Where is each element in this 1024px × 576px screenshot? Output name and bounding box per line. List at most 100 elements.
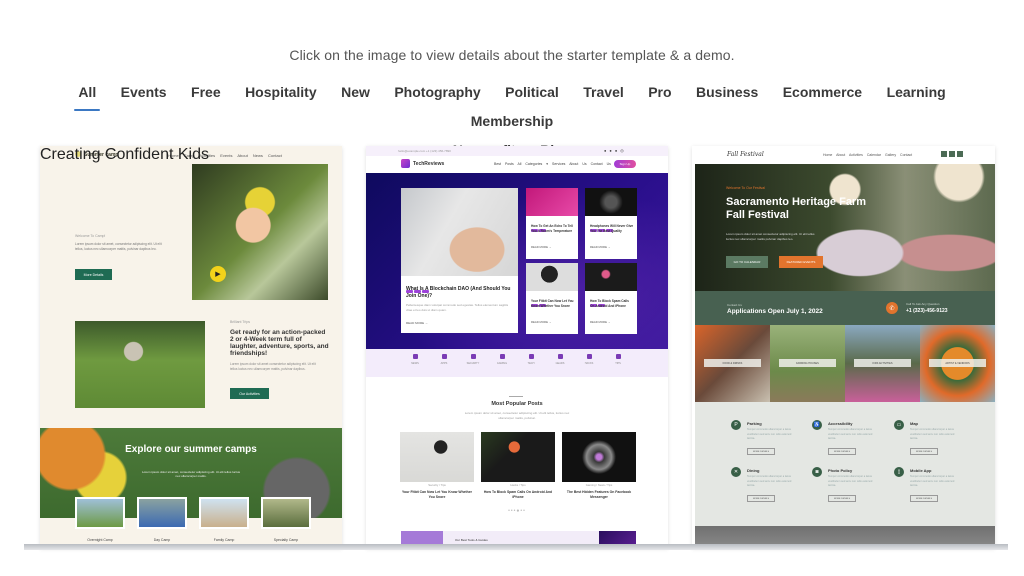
post-category: Security / Tips	[428, 483, 446, 487]
post-title: How To Block Spam Calls On Android And i…	[590, 299, 629, 308]
play-icon: ▶	[210, 266, 226, 282]
template-card-fall-festival[interactable]: Fall Festival Home About Activities Cale…	[692, 146, 995, 548]
newsletter-text: Our Best Tools & Guides	[455, 538, 488, 542]
category-security: SECURITY	[460, 354, 486, 365]
post-image	[526, 188, 578, 216]
filter-tab-ecommerce[interactable]: Ecommerce	[783, 78, 862, 107]
category-icon	[615, 354, 621, 359]
post-title: Your Fitbit Can Now Let You Know Whether…	[402, 490, 472, 499]
camp-image	[137, 497, 187, 529]
category-icon	[586, 354, 592, 359]
topbar-contact: hello@example.com +1 (123) 456-7890	[398, 149, 451, 153]
popular-posts-title: Most Popular Posts	[491, 401, 543, 407]
featured-post-title: What Is A Blockchain DAO (And Should You…	[406, 286, 511, 299]
camp-label: Overnight Camp	[87, 538, 113, 542]
post-image	[585, 188, 637, 216]
scroll-shadow-bar	[24, 544, 1008, 550]
popular-posts-subtitle: Lorem ipsum dolor sit amet, consectetur …	[464, 411, 570, 420]
camp-label: Day Camp	[153, 538, 171, 542]
post-title: The Best Hidden Features On Facebook Mes…	[566, 490, 632, 499]
hero-text: Lorem ipsum dolor sit amet, consectetur …	[75, 242, 162, 251]
template-topbar: hello@example.com +1 (123) 456-7890 ●●●◎	[366, 146, 668, 156]
social-icon	[957, 151, 963, 157]
featured-post-excerpt: Pellentesque diam volutpat commodo sed e…	[406, 303, 509, 312]
category-icon	[470, 354, 476, 359]
category-icon	[412, 354, 418, 359]
template-card-techreviews[interactable]: hello@example.com +1 (123) 456-7890 ●●●◎…	[366, 146, 668, 548]
category-icon	[441, 354, 447, 359]
dining-icon: ✕	[731, 467, 741, 477]
feature-tile: FOOD & DRINKS	[695, 325, 770, 402]
post-image	[400, 432, 474, 482]
camp-label: Family Camp	[213, 538, 235, 542]
post-image	[562, 432, 636, 482]
map-icon: ▭	[894, 420, 904, 430]
section-text: Lorem ipsum dolor sit amet consectetur a…	[230, 362, 316, 371]
popular-post-card: Security / Tips Your Fitbit Can Now Let …	[400, 432, 474, 500]
divider	[509, 396, 523, 397]
category-icon	[557, 354, 563, 359]
hero-text: Lorem ipsum dolor sit amet consectetur a…	[726, 232, 815, 241]
filter-tab-travel[interactable]: Travel	[583, 78, 623, 107]
filter-tab-all[interactable]: All	[74, 78, 101, 111]
post-category: Hacks / Tips	[510, 483, 526, 487]
side-post-card: How To Block Spam Calls On Android And i…	[585, 263, 637, 334]
hero-image-festival	[695, 164, 995, 291]
logo-icon	[401, 159, 410, 168]
side-post-card: Headphones Will Never Give You The Best …	[585, 188, 637, 259]
filter-tab-hospitality[interactable]: Hospitality	[245, 78, 317, 107]
post-title: Headphones Will Never Give You The Best …	[590, 224, 634, 233]
filter-tab-new[interactable]: New	[341, 78, 370, 107]
read-more-link: READ MORE →	[590, 245, 611, 249]
post-category: Gaming / News / Tips	[585, 483, 613, 487]
read-more-link: READ MORE →	[590, 320, 611, 324]
filter-tab-learning[interactable]: Learning	[887, 78, 946, 107]
category-tech: TECH	[518, 354, 544, 365]
side-post-card: Your Fitbit Can Now Let You Know Whether…	[526, 263, 578, 334]
side-post-card: How To Get An Echo To Tell You A Room's …	[526, 188, 578, 259]
hero-title: Creating Confident Kids	[40, 146, 209, 163]
template-nav-links: Home About Activities Calendar Gallery C…	[823, 153, 913, 157]
category-tips: TIPS	[605, 354, 631, 365]
filter-tab-events[interactable]: Events	[121, 78, 167, 107]
intro-text: Click on the image to view details about…	[289, 47, 735, 63]
post-image	[526, 263, 578, 291]
social-icon	[949, 151, 955, 157]
featured-events-button: FEATURED EVENTS	[779, 256, 823, 268]
template-card-summer-camp[interactable]: Summer camp Home Camp Activities Events …	[40, 146, 342, 548]
contact-label: Contact Us	[727, 303, 742, 307]
feature-tile: KIDS ACTIVITIES	[845, 325, 920, 402]
go-to-calendar-button: GO TO CALENDAR	[726, 256, 768, 268]
feature-tile: ARTIST & VENDORS	[920, 325, 995, 402]
post-title: Your Fitbit Can Now Let You Know Whether…	[531, 299, 574, 308]
category-icon	[499, 354, 505, 359]
filter-tab-pro[interactable]: Pro	[648, 78, 671, 107]
accessibility-icon: ♿	[812, 420, 822, 430]
camp-image	[75, 497, 125, 529]
category-gaming: GAMING	[489, 354, 515, 365]
category-icon	[528, 354, 534, 359]
filter-tab-business[interactable]: Business	[696, 78, 758, 107]
post-title: How To Get An Echo To Tell You A Room's …	[531, 224, 573, 233]
phone-number: +1 (323)-456-9123	[906, 308, 948, 314]
explore-title: Explore our summer camps	[125, 444, 257, 455]
social-icon	[941, 151, 947, 157]
read-more-link: READ MORE →	[531, 320, 552, 324]
camp-image	[261, 497, 311, 529]
section-tag: Brilliant Trips	[230, 320, 251, 324]
filter-tab-political[interactable]: Political	[505, 78, 559, 107]
filter-tab-membership[interactable]: Membership	[471, 107, 553, 136]
signup-button: Sign Up	[614, 160, 636, 168]
popular-post-card: Hacks / Tips How To Block Spam Calls On …	[481, 432, 555, 500]
template-nav-links: Best Posts All Categories ▾ Services Abo…	[494, 162, 611, 166]
section-title: Get ready for an action-packed 2 or 4-We…	[230, 329, 329, 357]
mobile-icon: ▯	[894, 467, 904, 477]
filter-tab-photography[interactable]: Photography	[394, 78, 480, 107]
camp-label: Specialty Camp	[273, 538, 299, 542]
filter-tab-free[interactable]: Free	[191, 78, 221, 107]
kids-under-tree-image	[75, 321, 205, 408]
read-more-link: READ MORE →	[406, 321, 429, 325]
hero-title: Sacramento Heritage Farm Fall Festival	[726, 196, 866, 221]
template-logo: Fall Festival	[727, 151, 764, 158]
template-logo: TechReviews	[413, 161, 445, 167]
